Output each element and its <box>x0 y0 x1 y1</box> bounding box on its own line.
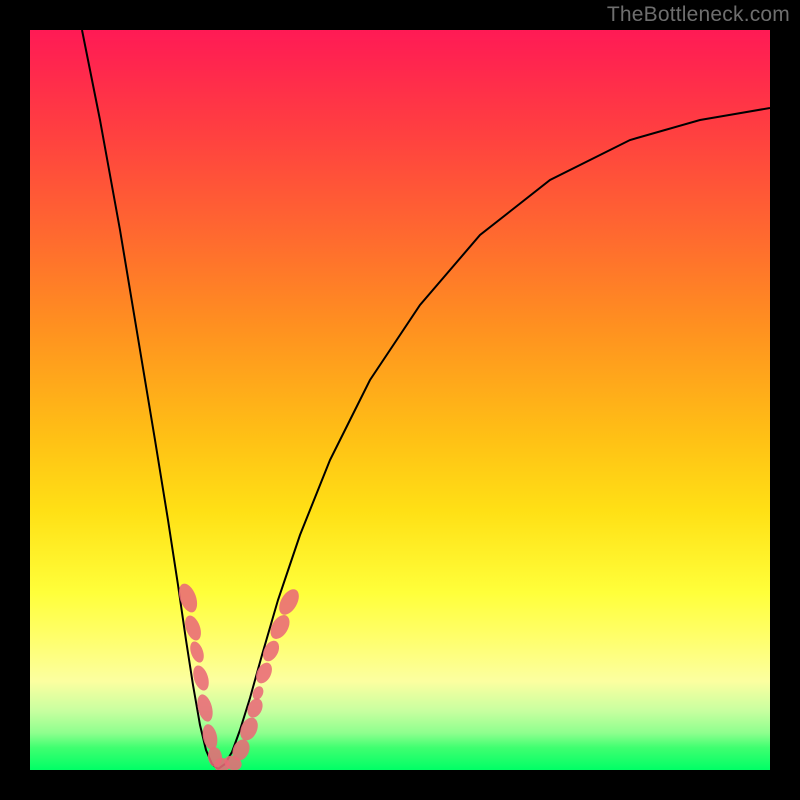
markers-group <box>175 581 303 770</box>
data-marker <box>200 723 219 751</box>
watermark-text: TheBottleneck.com <box>607 3 790 27</box>
chart-frame: TheBottleneck.com <box>0 0 800 800</box>
data-marker <box>275 586 303 618</box>
plot-area <box>30 30 770 770</box>
data-marker <box>188 640 207 665</box>
chart-svg <box>30 30 770 770</box>
right-curve <box>218 108 770 769</box>
